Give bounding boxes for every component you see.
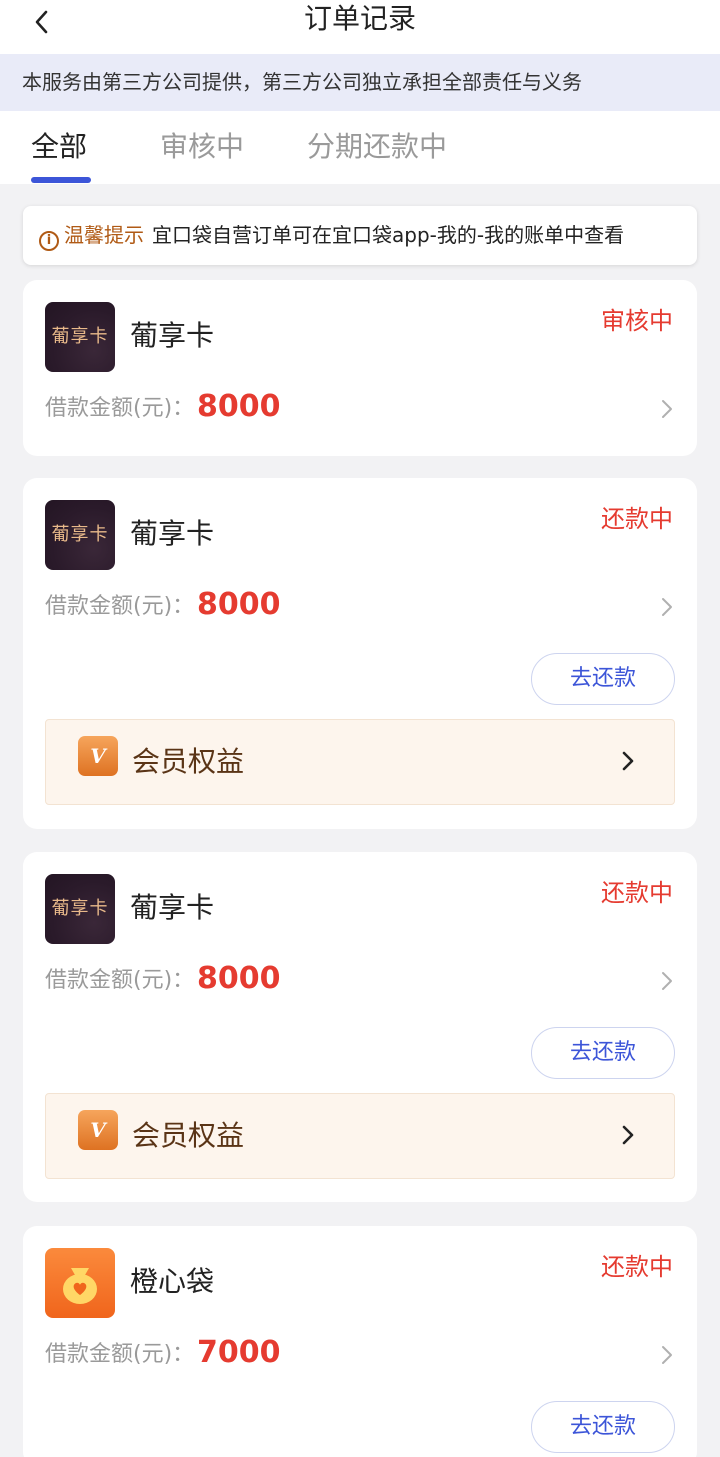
member-benefits-bar[interactable]: V 会员权益 [45,719,675,805]
member-benefits-label: 会员权益 [132,1119,245,1152]
amount-label: 借款金额(元)： [45,1342,195,1367]
tip-text: 宜口袋自营订单可在宜口袋app-我的-我的账单中查看 [152,223,625,247]
chevron-right-icon[interactable] [657,966,677,996]
page-title: 订单记录 [303,2,416,35]
tip-card: i 温馨提示 宜口袋自营订单可在宜口袋app-我的-我的账单中查看 [23,206,697,265]
product-name: 葡享卡 [130,319,215,352]
info-icon: i [39,231,59,251]
chevron-right-icon[interactable] [657,394,677,424]
order-status: 还款中 [601,505,673,533]
order-card[interactable]: 橙心袋 还款中 借款金额(元)： 7000 去还款 [23,1226,697,1457]
tab-all[interactable]: 全部 [31,127,87,167]
chevron-right-icon[interactable] [657,592,677,622]
product-name: 橙心袋 [130,1265,215,1298]
tab-reviewing[interactable]: 审核中 [160,127,244,167]
tab-installment-repaying[interactable]: 分期还款中 [307,127,447,167]
product-logo: 葡享卡 [45,874,115,944]
repay-button[interactable]: 去还款 [531,653,675,705]
tip-label: 温馨提示 [64,223,144,247]
product-name: 葡享卡 [130,891,215,924]
amount-value: 8000 [197,961,281,996]
order-status: 审核中 [601,307,673,335]
amount-label: 借款金额(元)： [45,396,195,421]
product-logo: 葡享卡 [45,302,115,372]
chevron-right-icon [622,751,634,771]
vip-badge-icon: V [78,1110,118,1150]
amount-value: 8000 [197,587,281,622]
order-card[interactable]: 葡享卡 葡享卡 还款中 借款金额(元)： 8000 去还款 V 会员权益 [23,852,697,1202]
product-logo: 葡享卡 [45,500,115,570]
repay-button[interactable]: 去还款 [531,1027,675,1079]
order-card[interactable]: 葡享卡 葡享卡 还款中 借款金额(元)： 8000 去还款 V 会员权益 [23,478,697,829]
repay-button[interactable]: 去还款 [531,1401,675,1453]
order-status: 还款中 [601,1253,673,1281]
order-card[interactable]: 葡享卡 葡享卡 审核中 借款金额(元)： 8000 [23,280,697,456]
money-bag-heart-icon [45,1248,115,1318]
amount-value: 8000 [197,389,281,424]
amount-label: 借款金额(元)： [45,594,195,619]
amount-label: 借款金额(元)： [45,968,195,993]
amount-value: 7000 [197,1335,281,1370]
product-name: 葡享卡 [130,517,215,550]
tab-bar: 全部 审核中 分期还款中 [0,111,720,184]
chevron-right-icon[interactable] [657,1340,677,1370]
chevron-right-icon [622,1125,634,1145]
header: 订单记录 [0,0,720,54]
active-tab-indicator [31,177,91,183]
vip-badge-icon: V [78,736,118,776]
member-benefits-label: 会员权益 [132,745,245,778]
order-status: 还款中 [601,879,673,907]
member-benefits-bar[interactable]: V 会员权益 [45,1093,675,1179]
third-party-notice: 本服务由第三方公司提供，第三方公司独立承担全部责任与义务 [0,54,720,111]
